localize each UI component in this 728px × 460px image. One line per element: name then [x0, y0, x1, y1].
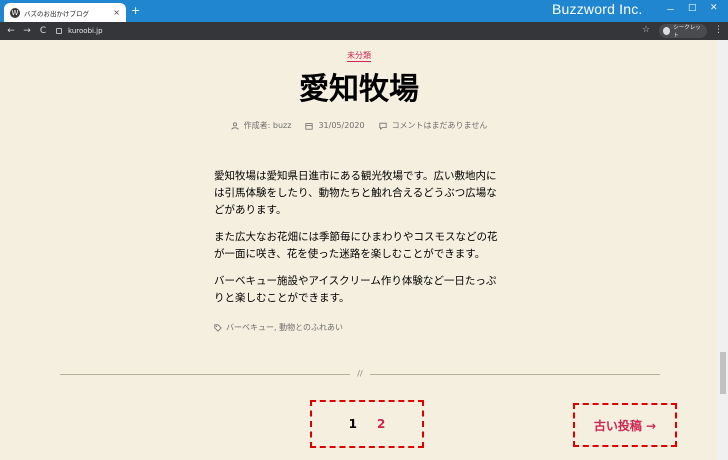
post-body: 愛知牧場は愛知県日進市にある観光牧場です。広い敷地内には引馬体験をしたり、動物た… [214, 168, 504, 317]
divider-mark: // [350, 369, 370, 378]
minimize-button[interactable]: － [666, 3, 675, 16]
incognito-label: シークレット [673, 25, 701, 39]
reload-button[interactable]: C [35, 26, 51, 36]
post-paragraph: また広大なお花畑には季節毎にひまわりやコスモスなどの花が一面に咲き、花を使った迷… [214, 231, 498, 260]
wordpress-icon: W [10, 7, 20, 18]
tag-icon [214, 323, 222, 332]
user-icon [231, 121, 239, 130]
date-link[interactable]: 31/05/2020 [318, 121, 364, 130]
browser-titlebar: W バズのお出かけブログ × + Buzzword Inc. － □ ✕ [0, 0, 728, 22]
new-tab-button[interactable]: + [131, 4, 140, 17]
post-author: 作成者: buzz [231, 120, 292, 131]
page-link-2[interactable]: 2 [377, 417, 385, 431]
url-text: kuroobi.jp [68, 27, 103, 35]
post-date: 31/05/2020 [305, 120, 365, 131]
calendar-icon [305, 122, 314, 130]
forward-button[interactable]: → [19, 26, 35, 36]
post-comments: コメントはまだありません [378, 120, 488, 131]
page-content: 未分類 愛知牧場 作成者: buzz 31/05/2020 コメントはまだありま… [0, 40, 718, 460]
incognito-badge[interactable]: シークレット [659, 24, 707, 39]
post-tags: バーベキュー, 動物とのふれあい [214, 322, 343, 333]
tab-close-icon[interactable]: × [113, 8, 120, 17]
post-paragraph: バーベキュー施設やアイスクリーム作り体験など一日たっぷりと楽しむことができます。 [214, 275, 497, 304]
comments-link[interactable]: コメントはまだありません [392, 120, 488, 131]
lock-icon [56, 28, 62, 34]
scrollbar-track[interactable] [718, 40, 728, 460]
tab-title: バズのお出かけブログ [24, 9, 89, 18]
comment-icon [378, 122, 387, 130]
post-title: 愛知牧場 [299, 72, 419, 107]
post-category: 未分類 [0, 43, 718, 62]
bookmark-star-icon[interactable]: ☆ [642, 25, 650, 35]
browser-menu-icon[interactable]: ⋮ [714, 25, 723, 35]
older-posts-link[interactable]: 古い投稿 → [573, 403, 677, 447]
back-button[interactable]: ← [3, 26, 19, 36]
address-bar[interactable]: kuroobi.jp [56, 24, 654, 38]
browser-toolbar: ← → C kuroobi.jp ☆ シークレット ⋮ [0, 22, 728, 40]
author-link[interactable]: 作成者: buzz [244, 120, 292, 131]
browser-tab[interactable]: W バズのお出かけブログ × [4, 3, 126, 22]
post-paragraph: 愛知牧場は愛知県日進市にある観光牧場です。広い敷地内には引馬体験をしたり、動物た… [214, 170, 497, 216]
brand-watermark: Buzzword Inc. [552, 1, 643, 17]
category-link[interactable]: 未分類 [347, 51, 371, 62]
page-current: 1 [348, 417, 357, 431]
post-meta: 作成者: buzz 31/05/2020 コメントはまだありません [0, 120, 718, 131]
scrollbar-thumb[interactable] [720, 352, 726, 394]
maximize-button[interactable]: □ [688, 3, 697, 13]
tag-links[interactable]: バーベキュー, 動物とのふれあい [226, 322, 343, 333]
pagination: 1 2 [310, 400, 424, 448]
incognito-icon [663, 27, 671, 35]
close-window-button[interactable]: ✕ [710, 3, 718, 13]
